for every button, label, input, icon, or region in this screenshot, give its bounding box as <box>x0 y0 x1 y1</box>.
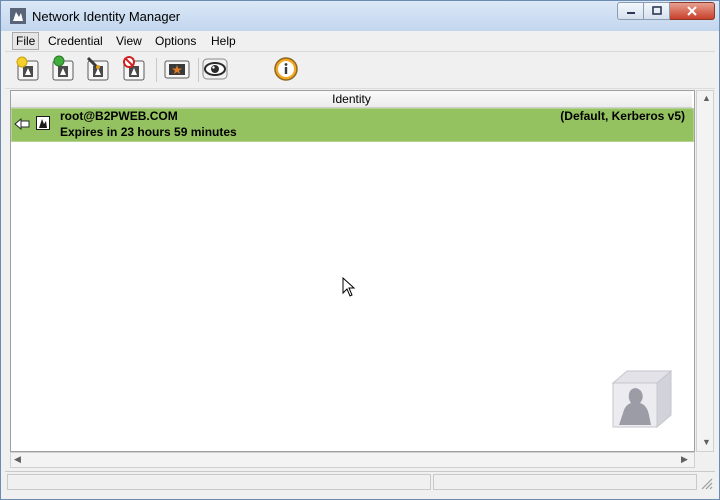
app-window: Network Identity Manager File Credential… <box>0 0 720 500</box>
close-icon <box>687 6 697 16</box>
menu-view[interactable]: View <box>113 33 145 49</box>
scroll-up-icon[interactable]: ▲ <box>702 93 711 103</box>
minimize-icon <box>626 12 635 14</box>
scroll-left-icon[interactable]: ◀ <box>14 454 21 465</box>
title-bar[interactable]: Network Identity Manager <box>1 1 719 31</box>
identity-expiry: Expires in 23 hours 59 minutes <box>60 125 237 139</box>
menu-credential[interactable]: Credential <box>45 33 106 49</box>
scroll-right-icon[interactable]: ▶ <box>681 454 688 465</box>
import-credential-icon[interactable] <box>85 55 113 83</box>
menu-help[interactable]: Help <box>208 33 239 49</box>
horizontal-scrollbar[interactable]: ◀ ▶ <box>10 452 695 468</box>
destroy-credential-icon[interactable] <box>121 55 149 83</box>
identity-name: root@B2PWEB.COM <box>60 109 178 123</box>
window-title: Network Identity Manager <box>32 9 181 24</box>
status-pane-secondary <box>433 474 697 490</box>
close-button[interactable] <box>670 2 715 20</box>
renew-credential-icon[interactable] <box>50 55 78 83</box>
window-controls <box>617 2 715 22</box>
view-eye-icon[interactable] <box>201 55 229 83</box>
identity-column-header[interactable]: Identity <box>11 91 692 108</box>
info-icon[interactable] <box>272 55 300 83</box>
menu-file[interactable]: File <box>12 32 40 50</box>
set-default-icon[interactable] <box>163 55 191 83</box>
toolbar <box>5 52 715 89</box>
app-icon <box>10 8 26 24</box>
mouse-cursor-icon <box>342 277 356 297</box>
identity-details: (Default, Kerberos v5) <box>560 109 685 123</box>
maximize-icon <box>651 6 662 15</box>
resize-grip-icon[interactable] <box>699 476 713 490</box>
scroll-down-icon[interactable]: ▼ <box>702 437 711 447</box>
identity-watermark-icon <box>611 369 673 429</box>
maximize-button[interactable] <box>644 2 670 20</box>
menu-options[interactable]: Options <box>152 33 199 49</box>
expand-arrow-icon[interactable] <box>14 117 30 131</box>
scroll-corner <box>696 452 714 468</box>
status-bar <box>5 471 715 494</box>
status-pane-main <box>7 474 431 490</box>
column-header-label: Identity <box>332 92 371 106</box>
identity-list[interactable]: Identity root@B2PWEB.COM (Default, Kerbe… <box>10 90 695 452</box>
toolbar-separator <box>198 58 199 82</box>
toolbar-separator <box>156 58 157 82</box>
menu-bar: File Credential View Options Help <box>5 31 715 52</box>
new-credential-icon[interactable] <box>15 55 43 83</box>
kerberos-identity-icon <box>36 116 50 130</box>
identity-row[interactable]: root@B2PWEB.COM (Default, Kerberos v5) E… <box>11 108 694 142</box>
minimize-button[interactable] <box>617 2 644 20</box>
vertical-scrollbar[interactable]: ▲ ▼ <box>696 90 714 452</box>
